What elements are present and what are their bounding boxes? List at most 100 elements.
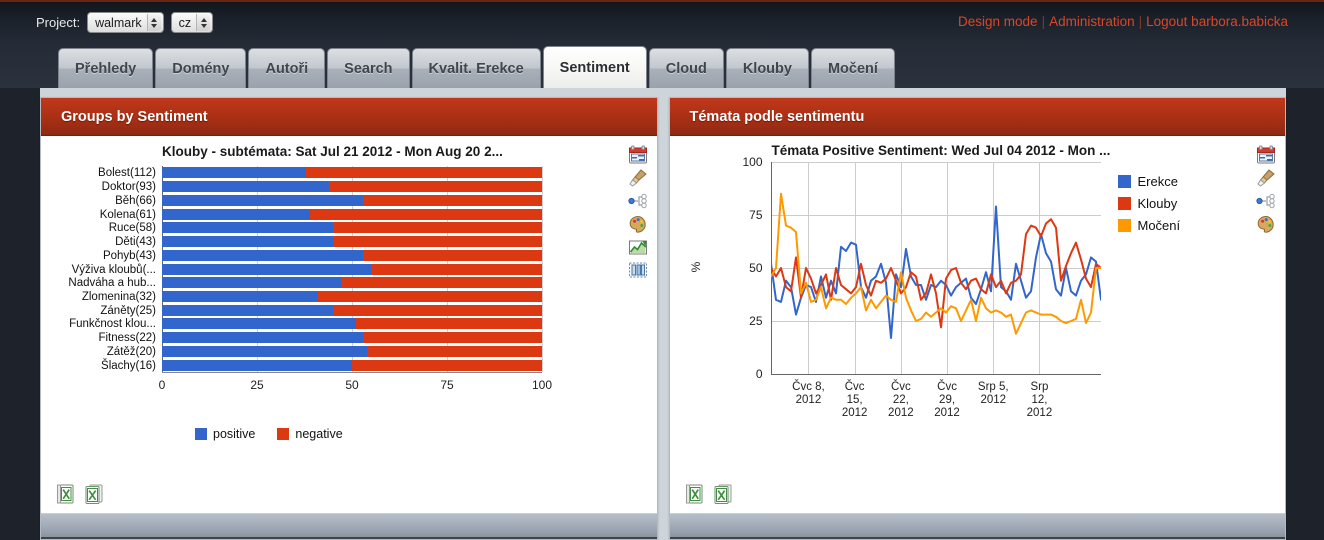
bar-segment-negative[interactable] [355, 318, 542, 329]
legend-item[interactable]: Erekce [1117, 174, 1181, 189]
bar-chart-icon[interactable] [628, 260, 648, 280]
bar-segment-positive[interactable] [162, 181, 330, 192]
bar-segment-negative[interactable] [333, 222, 542, 233]
legend-item[interactable]: Močení [1117, 218, 1180, 233]
bar-segment-positive[interactable] [162, 195, 364, 206]
brush-icon[interactable] [1256, 168, 1276, 188]
bar-segment-positive[interactable] [162, 209, 311, 220]
table-row[interactable] [162, 264, 542, 275]
bar-segment-negative[interactable] [363, 195, 542, 206]
table-row[interactable] [162, 167, 542, 178]
panel-title-right: Témata podle sentimentu [669, 98, 1285, 136]
tab-label: Přehledy [75, 60, 137, 77]
bar-segment-positive[interactable] [162, 305, 333, 316]
tab-label: Search [344, 60, 393, 77]
table-row[interactable] [162, 277, 542, 288]
legend-item[interactable]: positive [195, 427, 255, 441]
y-axis-tick-label: 0 [755, 367, 763, 381]
table-row[interactable] [162, 195, 542, 206]
bar-segment-positive[interactable] [162, 264, 371, 275]
calendar-icon[interactable] [628, 145, 648, 165]
bar-segment-negative[interactable] [367, 346, 542, 357]
table-row[interactable] [162, 236, 542, 247]
tab-sentiment[interactable]: Sentiment [542, 46, 647, 88]
project-selector-group: Project: walmark cz [36, 12, 214, 33]
tab-klouby[interactable]: Klouby [725, 48, 809, 88]
excel-export-icon[interactable] [55, 483, 77, 505]
bar-category-label: Šlachy(16) [101, 359, 156, 372]
tab-search[interactable]: Search [327, 48, 410, 88]
table-row[interactable] [162, 222, 542, 233]
legend-label: Erekce [1137, 174, 1178, 189]
legend-item[interactable]: Klouby [1117, 196, 1181, 211]
bar-category-label: Výživa kloubů(... [71, 263, 156, 276]
bar-segment-negative[interactable] [317, 291, 542, 302]
panel-footer-right [669, 513, 1285, 539]
legend-item[interactable]: negative [277, 427, 343, 441]
bar-segment-positive[interactable] [162, 346, 368, 357]
bar-segment-negative[interactable] [306, 167, 542, 178]
line-series-svg [770, 192, 1101, 339]
node-graph-icon[interactable] [1256, 191, 1276, 211]
bar-segment-negative[interactable] [363, 332, 542, 343]
bar-segment-negative[interactable] [310, 209, 542, 220]
bar-segment-positive[interactable] [162, 360, 352, 371]
design-mode-link[interactable]: Design mode [958, 14, 1038, 29]
table-row[interactable] [162, 209, 542, 220]
bar-category-label: Záněty(25) [100, 304, 156, 317]
bar-segment-negative[interactable] [340, 277, 542, 288]
tab-kvalit-erekce[interactable]: Kvalit. Erekce [411, 48, 541, 88]
table-row[interactable] [162, 332, 542, 343]
tab-dom-ny[interactable]: Domény [155, 48, 247, 88]
table-row[interactable] [162, 250, 542, 261]
bar-segment-negative[interactable] [333, 236, 542, 247]
tab-cloud[interactable]: Cloud [648, 48, 724, 88]
table-row[interactable] [162, 360, 542, 371]
bar-segment-negative[interactable] [333, 305, 542, 316]
language-select[interactable]: cz [170, 12, 214, 33]
table-row[interactable] [162, 346, 542, 357]
logout-link[interactable]: Logout barbora.babicka [1146, 14, 1288, 29]
top-bar: Project: walmark cz Design mode | Administ… [0, 0, 1324, 42]
tab-auto-i[interactable]: Autoři [248, 48, 326, 88]
palette-icon[interactable] [1256, 214, 1276, 234]
table-row[interactable] [162, 305, 542, 316]
bar-segment-negative[interactable] [329, 181, 542, 192]
project-select[interactable]: walmark [87, 12, 164, 33]
table-row[interactable] [162, 181, 542, 192]
bar-segment-positive[interactable] [162, 332, 364, 343]
bar-category-label: Pohyb(43) [102, 249, 156, 262]
bar-segment-positive[interactable] [162, 291, 318, 302]
bar-segment-positive[interactable] [162, 222, 333, 233]
bar-segment-positive[interactable] [162, 236, 333, 247]
chevron-updown-icon [146, 14, 161, 31]
palette-icon[interactable] [628, 214, 648, 234]
chevron-updown-icon [196, 14, 211, 31]
brush-icon[interactable] [628, 168, 648, 188]
calendar-icon[interactable] [1256, 145, 1276, 165]
tab-label: Cloud [665, 60, 707, 77]
bar-segment-positive[interactable] [162, 318, 356, 329]
table-row[interactable] [162, 291, 542, 302]
bar-segment-negative[interactable] [363, 250, 542, 261]
line-chart-title: Témata Positive Sentiment: Wed Jul 04 20… [771, 143, 1111, 158]
tab-p-ehledy[interactable]: Přehledy [58, 48, 154, 88]
y-axis-tick-label: 100 [742, 155, 763, 169]
node-graph-icon[interactable] [627, 191, 648, 211]
bar-segment-negative[interactable] [371, 264, 542, 275]
y-axis-tick-label: 50 [749, 261, 763, 275]
tab-mo-en[interactable]: Močení [810, 48, 895, 88]
bar-segment-positive[interactable] [162, 277, 341, 288]
administration-link[interactable]: Administration [1049, 14, 1135, 29]
line-chart-icon[interactable] [628, 237, 648, 257]
x-axis-tick-label: 100 [531, 378, 553, 392]
bar-segment-positive[interactable] [162, 250, 364, 261]
bar-segment-negative[interactable] [352, 360, 542, 371]
bar-segment-positive[interactable] [162, 167, 307, 178]
table-row[interactable] [162, 318, 542, 329]
excel-export-icon[interactable] [684, 483, 706, 505]
excel-export-multi-icon[interactable] [712, 483, 734, 505]
legend-swatch [1117, 219, 1131, 232]
panel-body-right: Témata Positive Sentiment: Wed Jul 04 20… [669, 136, 1285, 513]
excel-export-multi-icon[interactable] [83, 483, 105, 505]
